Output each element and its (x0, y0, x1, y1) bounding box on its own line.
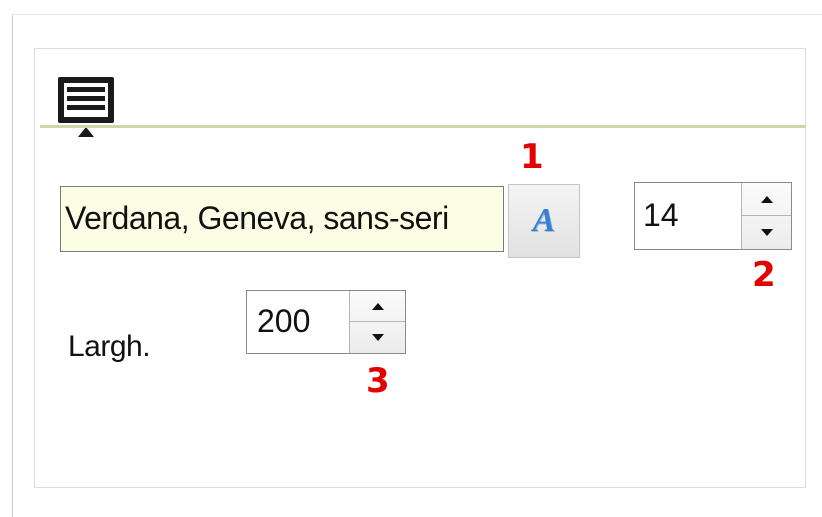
width-increase-button[interactable] (350, 291, 405, 322)
width-decrease-button[interactable] (350, 322, 405, 353)
font-size-stepper[interactable]: 14 (634, 182, 792, 250)
font-family-field[interactable]: Verdana, Geneva, sans-seri (60, 186, 504, 252)
font-size-value[interactable]: 14 (643, 183, 679, 247)
font-size-increase-button[interactable] (742, 183, 791, 216)
width-spin-buttons (349, 291, 405, 353)
width-value[interactable]: 200 (257, 291, 310, 351)
font-picker-button[interactable]: A (508, 184, 580, 258)
arrow-down-icon (760, 229, 773, 236)
panel-divider (40, 125, 806, 128)
font-size-spin-buttons (741, 183, 791, 249)
arrow-up-icon (371, 302, 384, 310)
font-style-icon: A (532, 202, 556, 239)
marker-width: 3 (366, 361, 390, 401)
window-left-edge (12, 14, 13, 517)
arrow-down-icon (371, 334, 384, 341)
arrow-up-icon (760, 195, 773, 203)
window-top-edge (12, 14, 822, 15)
font-size-decrease-button[interactable] (742, 216, 791, 249)
marker-font-picker: 1 (520, 137, 544, 177)
width-stepper[interactable]: 200 (246, 290, 406, 354)
settings-panel (34, 48, 806, 488)
marker-font-size: 2 (752, 255, 776, 295)
width-label: Largh. (68, 330, 151, 363)
